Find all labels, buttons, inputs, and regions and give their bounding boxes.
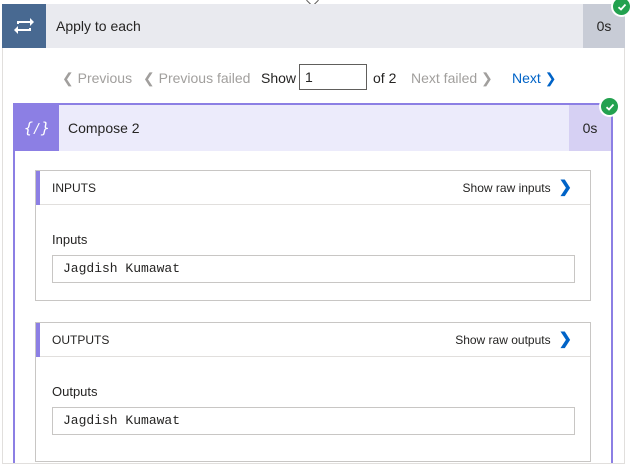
chevron-right-icon: ❯ <box>558 331 572 348</box>
outputs-section: OUTPUTS Show raw outputs ❯ Outputs Jagdi… <box>35 322 591 462</box>
apply-to-each-header[interactable]: Apply to each 0s <box>2 4 625 48</box>
previous-failed-button[interactable]: ❮ Previous failed <box>143 62 250 94</box>
show-raw-inputs-label: Show raw inputs <box>462 181 551 195</box>
previous-failed-label: Previous failed <box>158 70 251 86</box>
inputs-value: Jagdish Kumawat <box>52 255 575 283</box>
compose-expression-icon: {/} <box>15 105 59 151</box>
loop-icon <box>2 4 46 48</box>
inputs-label: Inputs <box>52 232 88 247</box>
next-failed-button[interactable]: Next failed ❯ <box>411 62 493 94</box>
outputs-label: Outputs <box>52 384 98 399</box>
show-raw-inputs-link[interactable]: Show raw inputs ❯ <box>463 171 572 205</box>
previous-button[interactable]: ❮ Previous <box>62 62 132 94</box>
show-raw-outputs-link[interactable]: Show raw outputs ❯ <box>455 323 572 357</box>
next-button[interactable]: Next ❯ <box>512 62 556 94</box>
section-accent-bar <box>36 171 40 205</box>
compose-header[interactable]: {/} Compose 2 0s <box>15 105 611 151</box>
inputs-header: INPUTS <box>52 181 97 195</box>
section-accent-bar <box>36 323 40 357</box>
chevron-right-icon: ❯ <box>481 70 493 86</box>
of-total-label: of 2 <box>373 70 397 86</box>
show-label: Show <box>261 70 297 86</box>
chevron-left-icon: ❮ <box>62 70 74 86</box>
success-check-icon <box>611 0 630 17</box>
apply-to-each-title: Apply to each <box>56 18 141 34</box>
success-check-icon <box>599 96 620 117</box>
compose-title: Compose 2 <box>68 120 140 136</box>
outputs-header: OUTPUTS <box>52 333 110 347</box>
outputs-section-header: OUTPUTS Show raw outputs ❯ <box>36 323 590 357</box>
chevron-left-icon: ❮ <box>143 70 155 86</box>
chevron-right-icon: ❯ <box>544 70 557 86</box>
previous-label: Previous <box>77 70 133 86</box>
iteration-input[interactable] <box>299 64 367 90</box>
iteration-pager: ❮ Previous ❮ Previous failed Show of 2 N… <box>0 62 630 94</box>
show-raw-outputs-label: Show raw outputs <box>455 333 551 347</box>
chevron-right-icon: ❯ <box>558 179 572 196</box>
next-label: Next <box>512 70 541 86</box>
next-failed-label: Next failed <box>411 70 478 86</box>
outputs-value: Jagdish Kumawat <box>52 407 575 435</box>
inputs-section: INPUTS Show raw inputs ❯ Inputs Jagdish … <box>35 170 591 301</box>
inputs-section-header: INPUTS Show raw inputs ❯ <box>36 171 590 205</box>
